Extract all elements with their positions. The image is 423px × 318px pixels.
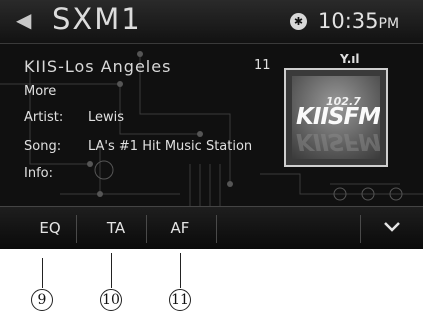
station-logo: 102.7 KIISFM KIISFM xyxy=(284,68,388,167)
chevron-down-icon[interactable] xyxy=(362,207,422,249)
callout-11: 11 xyxy=(169,289,191,311)
soft-key-bar: EQ TA AF xyxy=(0,206,423,249)
clock: 10:35PM xyxy=(318,9,399,33)
chevron-down-glyph xyxy=(384,222,400,232)
bluetooth-icon: ✱ xyxy=(290,13,307,30)
back-arrow-icon[interactable]: ◀ xyxy=(16,8,31,32)
artist-value: Lewis xyxy=(88,110,125,125)
station-name: KIIS-Los Angeles xyxy=(24,57,172,76)
logo-name: KIISFM xyxy=(296,104,380,130)
station-logo-image: 102.7 KIISFM KIISFM xyxy=(292,76,380,159)
logo-reflection: KIISFM xyxy=(296,128,380,154)
artist-label: Artist: xyxy=(24,110,64,125)
soft-key-divider xyxy=(360,215,361,243)
af-button[interactable]: AF xyxy=(130,207,230,249)
clock-ampm: PM xyxy=(378,16,400,32)
clock-time: 10:35 xyxy=(318,9,379,33)
song-label: Song: xyxy=(24,139,62,154)
signal-strength-icon: Y.ıl xyxy=(340,52,360,66)
soft-key-divider xyxy=(216,215,217,243)
radio-screen: ◀ SXM1 ✱ 10:35PM KIIS-Los Angeles 11 Y.ı… xyxy=(0,0,423,249)
callout-9: 9 xyxy=(31,289,53,311)
top-bar: ◀ SXM1 ✱ 10:35PM xyxy=(0,0,423,44)
song-value: LA's #1 Hit Music Station xyxy=(88,139,253,154)
channel-number: 11 xyxy=(254,58,271,73)
callout-line xyxy=(180,253,181,288)
info-label: Info: xyxy=(24,166,53,181)
callout-10: 10 xyxy=(100,289,122,311)
more-button[interactable]: More xyxy=(24,84,56,99)
source-title: SXM1 xyxy=(52,2,142,36)
callout-line xyxy=(111,253,112,288)
callout-line xyxy=(42,258,43,288)
